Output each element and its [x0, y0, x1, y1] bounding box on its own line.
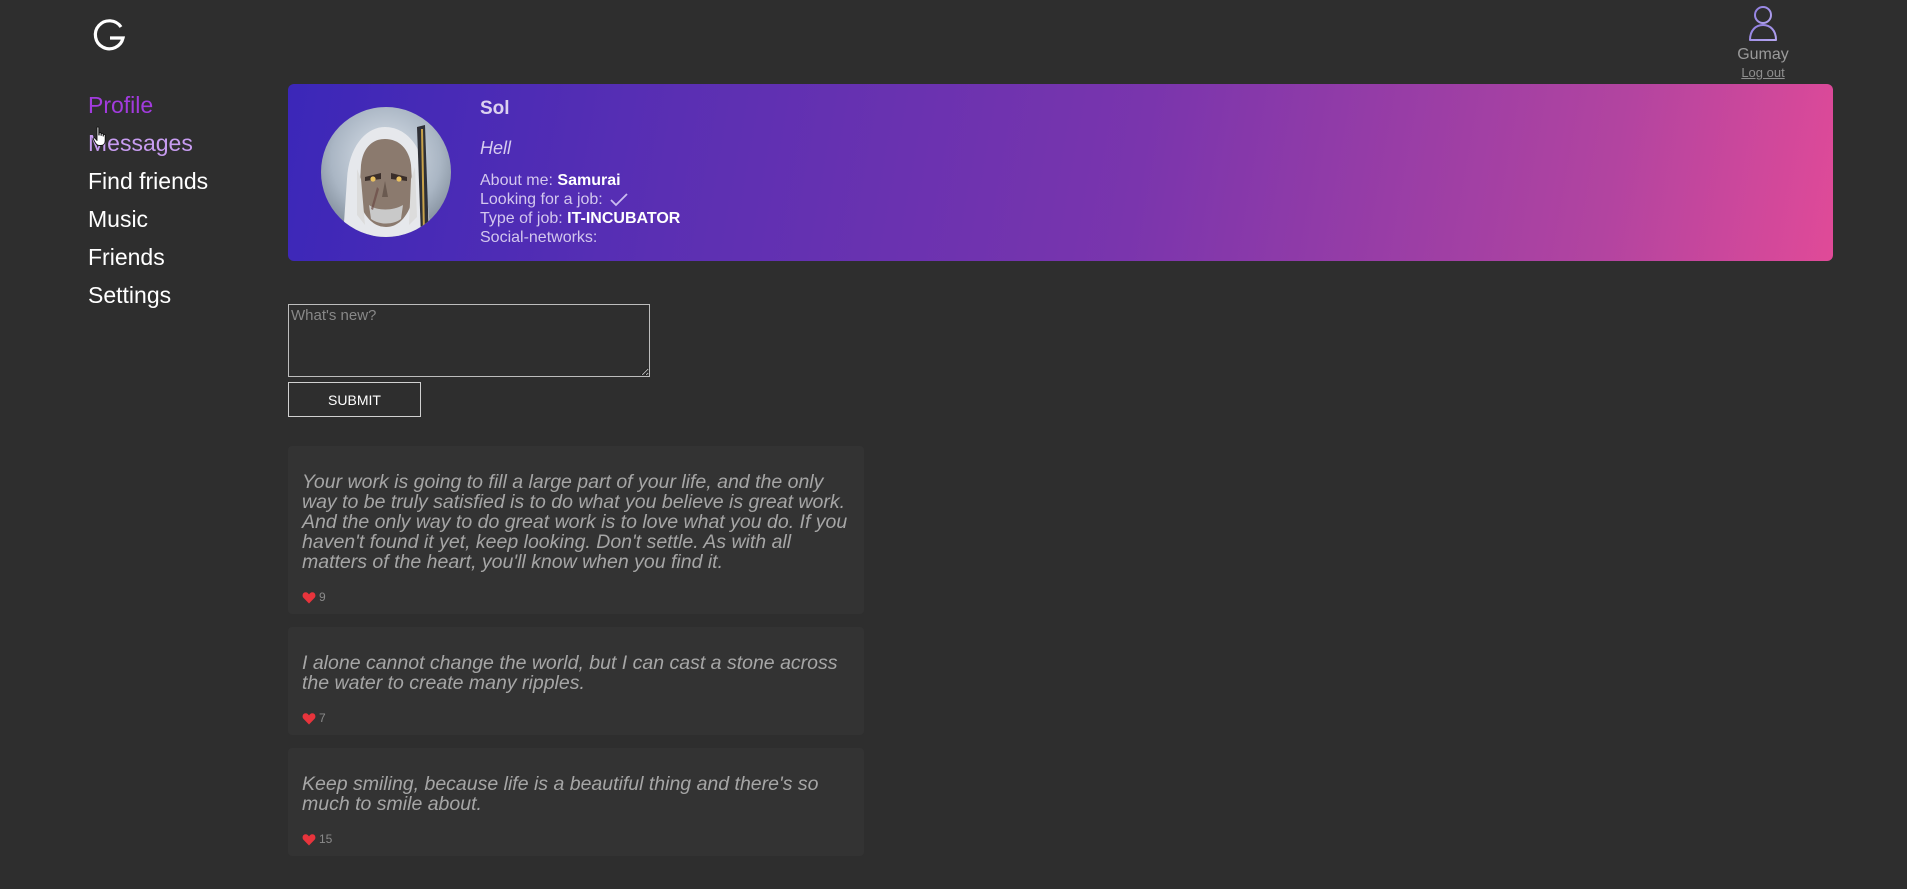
checkmark-icon [610, 193, 628, 207]
looking-for-job-label: Looking for a job: [480, 191, 603, 208]
submit-button[interactable]: SUBMIT [288, 382, 421, 417]
heart-icon[interactable] [302, 591, 316, 604]
profile-name: Sol [480, 98, 510, 119]
sidebar-item-friends[interactable]: Friends [88, 238, 208, 276]
like-count: 15 [319, 832, 333, 846]
heart-icon[interactable] [302, 712, 316, 725]
profile-header: Sol Hell About me: Samurai Looking for a… [288, 84, 1833, 261]
avatar-image [321, 107, 451, 237]
job-type-row: Type of job: IT-INCUBATOR [480, 209, 680, 228]
job-type-label: Type of job: [480, 210, 563, 227]
new-post-input[interactable] [288, 304, 650, 377]
user-outline-icon[interactable] [1747, 4, 1779, 44]
new-post-form: SUBMIT [288, 304, 650, 417]
like-count: 7 [319, 711, 326, 725]
profile-avatar [321, 107, 451, 237]
post-likes: 15 [302, 832, 850, 846]
job-type-value: IT-INCUBATOR [567, 210, 681, 227]
about-me-label: About me: [480, 172, 553, 189]
post-text: Your work is going to fill a large part … [302, 471, 848, 573]
post-item: Your work is going to fill a large part … [288, 446, 864, 614]
looking-for-job-row: Looking for a job: [480, 190, 680, 209]
about-me-value: Samurai [557, 172, 621, 189]
sidebar-item-music[interactable]: Music [88, 200, 208, 238]
social-networks-label: Social-networks: [480, 229, 598, 246]
post-text: Keep smiling, because life is a beautifu… [302, 773, 819, 815]
about-me-row: About me: Samurai [480, 171, 680, 190]
sidebar-item-find-friends[interactable]: Find friends [88, 162, 208, 200]
profile-info: Sol Hell About me: Samurai Looking for a… [480, 96, 680, 247]
social-networks-row: Social-networks: [480, 228, 680, 247]
user-menu: Gumay Log out [1713, 4, 1813, 82]
post-likes: 7 [302, 711, 850, 725]
g-logo-icon[interactable] [90, 17, 128, 55]
logout-link[interactable]: Log out [1741, 65, 1784, 81]
posts-list: Your work is going to fill a large part … [288, 446, 864, 869]
sidebar-item-profile[interactable]: Profile [88, 86, 208, 124]
heart-icon[interactable] [302, 833, 316, 846]
like-count: 9 [319, 590, 326, 604]
post-likes: 9 [302, 590, 850, 604]
post-text: I alone cannot change the world, but I c… [302, 652, 838, 694]
post-item: I alone cannot change the world, but I c… [288, 627, 864, 735]
sidebar-item-settings[interactable]: Settings [88, 276, 208, 314]
post-item: Keep smiling, because life is a beautifu… [288, 748, 864, 856]
sidebar-nav: Profile Messages Find friends Music Frie… [88, 86, 208, 314]
profile-status[interactable]: Hell [480, 138, 680, 159]
sidebar-item-messages[interactable]: Messages [88, 124, 208, 162]
user-name: Gumay [1737, 46, 1789, 63]
